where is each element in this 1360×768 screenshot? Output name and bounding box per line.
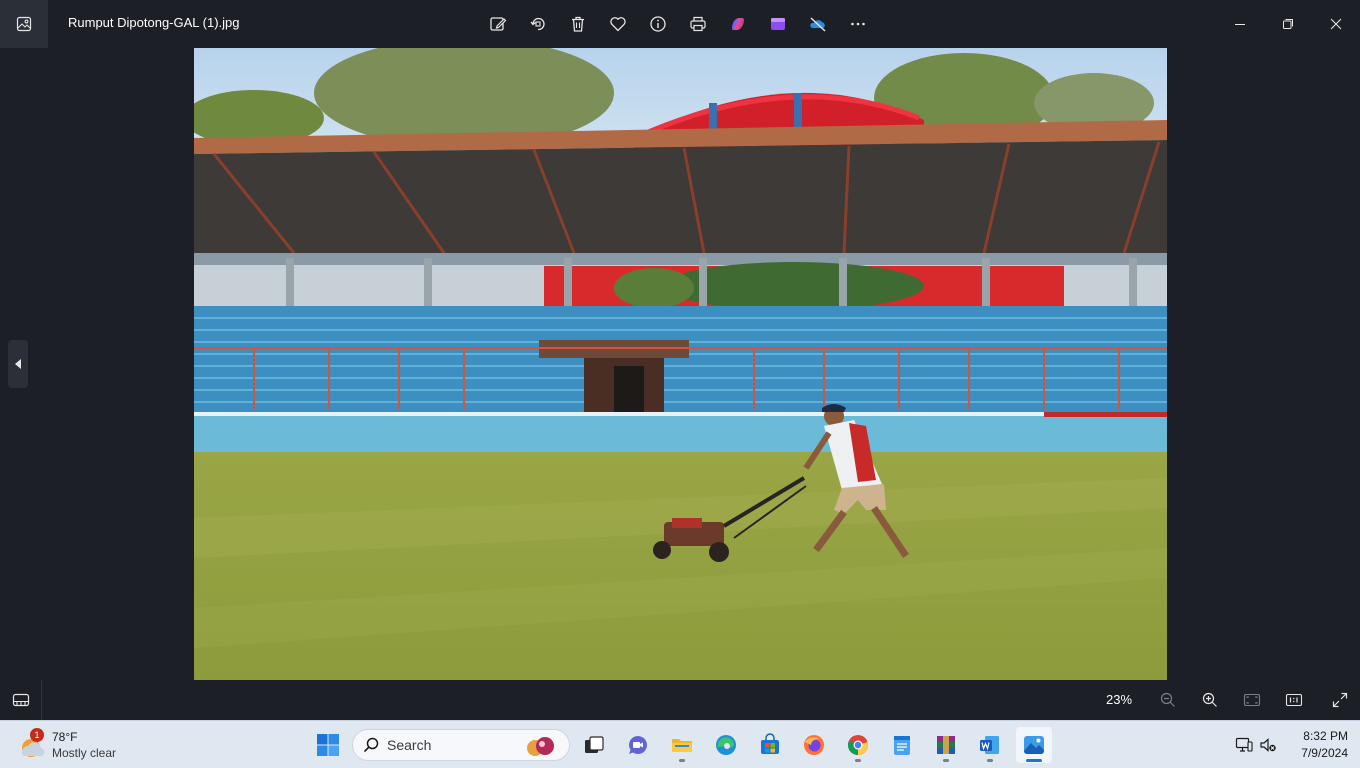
minimize-icon [1235, 24, 1245, 25]
taskbar: 1 78°F Mostly clear Search 8:32 PM 7/9/2… [0, 720, 1360, 768]
fit-window-icon [1243, 693, 1261, 707]
notepad-icon [894, 736, 910, 755]
title-bar: Rumput Dipotong-GAL (1).jpg [0, 0, 1360, 48]
edit-image-icon [490, 17, 507, 31]
actual-size-button[interactable] [1274, 680, 1314, 720]
restore-button[interactable] [1264, 0, 1312, 48]
firefox-button[interactable] [796, 727, 832, 763]
image-viewer[interactable] [0, 48, 1360, 680]
store-button[interactable] [752, 727, 788, 763]
delete-icon [572, 16, 584, 32]
rotate-button[interactable] [518, 4, 558, 44]
weather-icon: 1 [16, 728, 46, 760]
chevron-left-icon [15, 359, 21, 369]
file-explorer-button[interactable] [664, 727, 700, 763]
photo[interactable] [194, 48, 1167, 680]
minimize-button[interactable] [1216, 0, 1264, 48]
copilot-button[interactable] [718, 4, 758, 44]
previous-image-button[interactable] [8, 340, 28, 388]
firefox-icon [804, 735, 824, 755]
word-button[interactable] [972, 727, 1008, 763]
clipchamp-button[interactable] [758, 4, 798, 44]
onedrive-button[interactable] [798, 4, 838, 44]
filmstrip-icon [12, 693, 29, 707]
tray-volume-button[interactable] [1256, 733, 1280, 757]
clock-time: 8:32 PM [1303, 729, 1348, 743]
favorite-icon [610, 17, 626, 32]
chrome-icon [847, 735, 868, 756]
search-placeholder: Search [387, 737, 432, 753]
info-icon [650, 16, 666, 32]
weather-condition: Mostly clear [52, 746, 117, 760]
gallery-icon [16, 16, 32, 32]
close-icon [1330, 18, 1342, 30]
word-icon [980, 736, 999, 754]
viewer-toolbar [478, 4, 878, 44]
notification-badge: 1 [30, 728, 44, 742]
info-button[interactable] [638, 4, 678, 44]
weather-widget[interactable]: 1 78°F Mostly clear [16, 727, 116, 763]
photos-icon [1024, 736, 1044, 754]
teams-meet-button[interactable] [620, 727, 656, 763]
winrar-button[interactable] [928, 727, 964, 763]
restore-icon [1283, 19, 1293, 29]
folder-icon [672, 739, 692, 752]
winrar-icon [937, 736, 955, 754]
chrome-button[interactable] [840, 727, 876, 763]
taskbar-clock[interactable]: 8:32 PM 7/9/2024 [1284, 728, 1348, 762]
search-highlight-icon [527, 737, 554, 756]
weather-temperature: 78°F [52, 730, 78, 744]
clipchamp-icon [771, 18, 785, 30]
window-controls [1216, 0, 1360, 48]
notepad-button[interactable] [884, 727, 920, 763]
favorite-button[interactable] [598, 4, 638, 44]
task-view-icon [585, 736, 604, 753]
rotate-icon [530, 17, 545, 31]
task-view-button[interactable] [576, 727, 612, 763]
edge-button[interactable] [708, 727, 744, 763]
actual-size-icon [1285, 693, 1303, 707]
close-button[interactable] [1312, 0, 1360, 48]
zoom-out-button[interactable] [1148, 680, 1188, 720]
zoom-in-icon [1202, 692, 1217, 707]
connected-device-icon [1235, 737, 1253, 752]
fit-window-button[interactable] [1232, 680, 1272, 720]
onedrive-off-icon [810, 17, 826, 32]
edge-icon [716, 735, 736, 755]
filmstrip-button[interactable] [0, 680, 42, 720]
start-button[interactable] [312, 729, 344, 761]
viewer-bottom-bar: 23% [0, 680, 1360, 720]
taskbar-search[interactable]: Search [352, 729, 570, 761]
more-button[interactable] [838, 4, 878, 44]
volume-muted-icon [1260, 738, 1276, 752]
windows-logo-icon [317, 734, 339, 756]
more-icon [851, 22, 865, 26]
zoom-level[interactable]: 23% [1106, 692, 1132, 707]
delete-button[interactable] [558, 4, 598, 44]
print-icon [690, 16, 706, 32]
zoom-in-button[interactable] [1190, 680, 1230, 720]
clock-date: 7/9/2024 [1301, 746, 1348, 760]
zoom-out-icon [1160, 692, 1175, 707]
fullscreen-button[interactable] [1320, 680, 1360, 720]
tray-device-button[interactable] [1232, 733, 1256, 757]
print-button[interactable] [678, 4, 718, 44]
meet-icon [628, 736, 647, 755]
search-icon [363, 737, 379, 753]
fullscreen-icon [1332, 692, 1348, 708]
edit-image-button[interactable] [478, 4, 518, 44]
photos-button[interactable] [1016, 727, 1052, 763]
stadium-photo-illustration [194, 48, 1167, 680]
copilot-icon [732, 18, 744, 30]
photos-app-icon [0, 0, 48, 48]
store-icon [761, 733, 779, 754]
window-title: Rumput Dipotong-GAL (1).jpg [68, 15, 240, 30]
